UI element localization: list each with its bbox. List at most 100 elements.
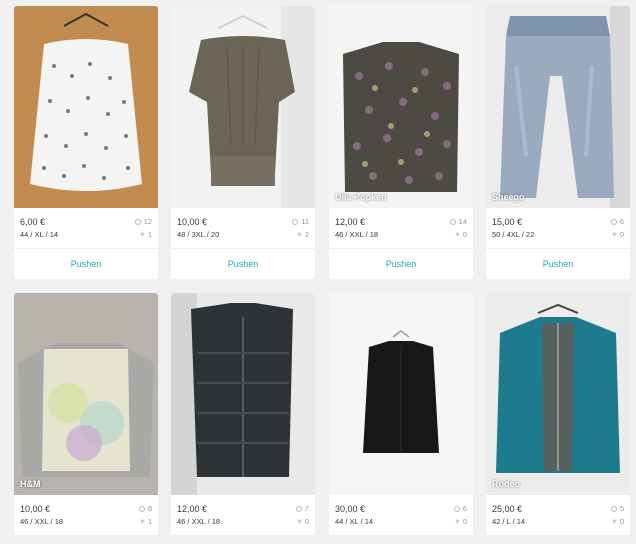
- likes-count: 0: [304, 517, 309, 526]
- heart-icon[interactable]: ♥: [455, 517, 460, 526]
- size: 50 / 4XL / 22: [492, 230, 535, 239]
- size: 42 / L / 14: [492, 517, 526, 526]
- likes-stat[interactable]: ♥ 0: [612, 230, 624, 239]
- likes-stat[interactable]: ♥ 0: [455, 517, 467, 526]
- item-photo[interactable]: [171, 293, 315, 495]
- views-stat: 6: [610, 217, 624, 226]
- item-info: 25,00 € 42 / L / 14 5 ♥ 0: [486, 495, 630, 536]
- size: 44 / XL / 14: [335, 517, 374, 526]
- price: 30,00 €: [335, 504, 366, 514]
- eye-icon: [138, 505, 145, 512]
- likes-stat[interactable]: ♥ 1: [140, 517, 152, 526]
- item-photo[interactable]: [14, 6, 158, 208]
- eye-icon: [453, 505, 460, 512]
- eye-icon: [292, 218, 299, 225]
- price: 12,00 €: [335, 217, 366, 227]
- likes-count: 0: [619, 517, 624, 526]
- brand-label: Ulla Popken: [335, 192, 387, 202]
- item-photo[interactable]: H&M: [14, 293, 158, 495]
- item-info: 12,00 € 46 / XXL / 18 7 ♥ 0: [171, 495, 315, 536]
- item-info: 15,00 € 50 / 4XL / 22 6 ♥ 0: [486, 208, 630, 249]
- push-button[interactable]: Pushen: [14, 249, 158, 279]
- views-stat: 5: [610, 504, 624, 513]
- price: 15,00 €: [492, 217, 523, 227]
- item-photo[interactable]: Rodeo: [486, 293, 630, 495]
- item-card[interactable]: 10,00 € 48 / 3XL / 20 11 ♥ 2 Pushen: [171, 6, 315, 279]
- eye-icon: [295, 505, 302, 512]
- views-stat: 12: [134, 217, 152, 226]
- photo-patterned-tunic: [329, 6, 473, 208]
- views-count: 7: [304, 504, 309, 513]
- photo-khaki-blouse: [171, 6, 315, 208]
- views-count: 8: [147, 504, 152, 513]
- views-stat: 8: [138, 504, 152, 513]
- views-count: 6: [619, 217, 624, 226]
- views-count: 12: [143, 217, 152, 226]
- views-count: 11: [301, 217, 309, 226]
- eye-icon: [449, 218, 456, 225]
- brand-label: H&M: [20, 479, 41, 489]
- size: 46 / XXL / 18: [177, 517, 221, 526]
- photo-floral-top: [14, 6, 158, 208]
- photo-black-coat: [329, 293, 473, 495]
- item-photo[interactable]: Sheego: [486, 6, 630, 208]
- item-info: 10,00 € 46 / XXL / 18 8 ♥ 1: [14, 495, 158, 536]
- eye-icon: [610, 505, 617, 512]
- item-card[interactable]: Sheego 15,00 € 50 / 4XL / 22 6 ♥ 0 Pushen: [486, 6, 630, 279]
- likes-count: 0: [462, 230, 467, 239]
- heart-icon[interactable]: ♥: [612, 517, 617, 526]
- price: 25,00 €: [492, 504, 523, 514]
- likes-stat[interactable]: ♥ 2: [297, 230, 309, 239]
- push-button[interactable]: Pushen: [329, 249, 473, 279]
- item-card[interactable]: 30,00 € 44 / XL / 14 6 ♥ 0: [329, 293, 473, 536]
- likes-stat[interactable]: ♥ 1: [140, 230, 152, 239]
- item-card[interactable]: Rodeo 25,00 € 42 / L / 14 5 ♥ 0: [486, 293, 630, 536]
- item-photo[interactable]: [329, 293, 473, 495]
- likes-count: 1: [147, 230, 152, 239]
- price: 12,00 €: [177, 504, 208, 514]
- views-count: 14: [458, 217, 467, 226]
- brand-label: Sheego: [492, 192, 525, 202]
- price: 10,00 €: [20, 504, 51, 514]
- push-button[interactable]: Pushen: [486, 249, 630, 279]
- item-card[interactable]: Ulla Popken 12,00 € 46 / XXL / 18 14 ♥ 0 …: [329, 6, 473, 279]
- item-card[interactable]: H&M 10,00 € 46 / XXL / 18 8 ♥ 1: [14, 293, 158, 536]
- price: 6,00 €: [20, 217, 46, 227]
- views-stat: 14: [449, 217, 467, 226]
- heart-icon[interactable]: ♥: [140, 230, 145, 239]
- push-button[interactable]: Pushen: [171, 249, 315, 279]
- size: 46 / XXL / 18: [20, 517, 64, 526]
- likes-stat[interactable]: ♥ 0: [297, 517, 309, 526]
- price: 10,00 €: [177, 217, 208, 227]
- heart-icon[interactable]: ♥: [612, 230, 617, 239]
- views-stat: 6: [453, 504, 467, 513]
- views-count: 6: [462, 504, 467, 513]
- item-card[interactable]: 12,00 € 46 / XXL / 18 7 ♥ 0: [171, 293, 315, 536]
- item-photo[interactable]: [171, 6, 315, 208]
- eye-icon: [134, 218, 141, 225]
- size: 48 / 3XL / 20: [177, 230, 220, 239]
- heart-icon[interactable]: ♥: [455, 230, 460, 239]
- views-stat: 7: [295, 504, 309, 513]
- size: 46 / XXL / 18: [335, 230, 379, 239]
- item-info: 30,00 € 44 / XL / 14 6 ♥ 0: [329, 495, 473, 536]
- eye-icon: [610, 218, 617, 225]
- item-info: 12,00 € 46 / XXL / 18 14 ♥ 0: [329, 208, 473, 249]
- photo-grey-sweater: [14, 293, 158, 495]
- photo-teal-jacket: [486, 293, 630, 495]
- heart-icon[interactable]: ♥: [297, 230, 302, 239]
- item-info: 10,00 € 48 / 3XL / 20 11 ♥ 2: [171, 208, 315, 249]
- photo-jeans: [486, 6, 630, 208]
- likes-count: 0: [462, 517, 467, 526]
- heart-icon[interactable]: ♥: [297, 517, 302, 526]
- views-count: 5: [619, 504, 624, 513]
- heart-icon[interactable]: ♥: [140, 517, 145, 526]
- item-card[interactable]: 6,00 € 44 / XL / 14 12 ♥ 1 Pushen: [14, 6, 158, 279]
- item-photo[interactable]: Ulla Popken: [329, 6, 473, 208]
- photo-puffer-vest: [171, 293, 315, 495]
- item-info: 6,00 € 44 / XL / 14 12 ♥ 1: [14, 208, 158, 249]
- likes-count: 2: [304, 230, 309, 239]
- likes-stat[interactable]: ♥ 0: [455, 230, 467, 239]
- views-stat: 11: [292, 217, 309, 226]
- likes-stat[interactable]: ♥ 0: [612, 517, 624, 526]
